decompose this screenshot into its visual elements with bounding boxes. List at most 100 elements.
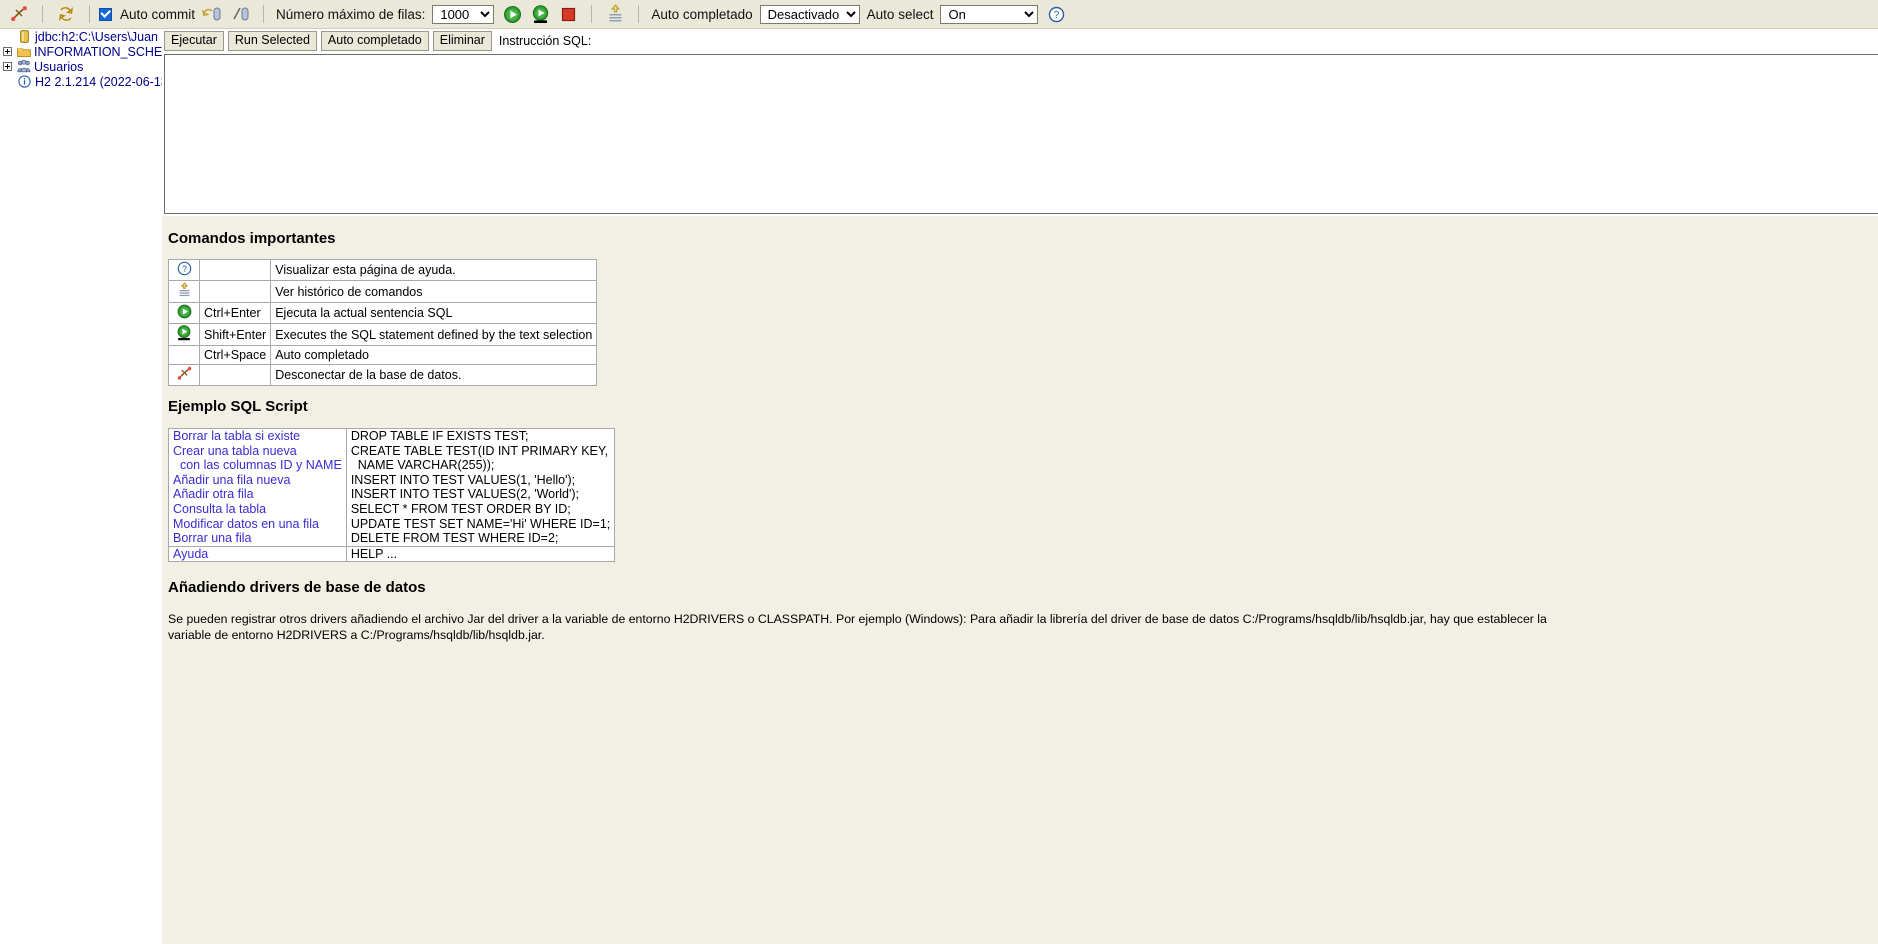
history-icon[interactable] xyxy=(604,3,626,25)
sql-code-line: DROP TABLE IF EXISTS TEST; xyxy=(350,429,529,443)
tree-item-information-schema[interactable]: INFORMATION_SCHEMA xyxy=(0,44,162,59)
tree-item-usuarios[interactable]: Usuarios xyxy=(0,59,162,74)
auto-select-label: Auto select xyxy=(866,6,934,22)
auto-commit-label: Auto commit xyxy=(120,6,196,22)
sql-command-bar: Ejecutar Run Selected Auto completado El… xyxy=(162,29,1878,53)
sql-code-line: CREATE TABLE TEST(ID INT PRIMARY KEY, xyxy=(350,443,609,458)
shortcut-key xyxy=(198,280,272,303)
tree-item-connection[interactable]: jdbc:h2:C:\Users\Juan Quintero\i xyxy=(0,29,162,44)
table-row: Ver histórico de comandos xyxy=(168,280,598,303)
empty-icon-cell xyxy=(168,345,200,365)
auto-select-select[interactable]: On xyxy=(940,4,1039,24)
toolbar-divider-1 xyxy=(42,5,43,23)
run-selected-icon[interactable] xyxy=(529,3,551,25)
max-rows-label: Número máximo de filas: xyxy=(276,6,426,22)
sql-comment-line: Añadir una fila nueva xyxy=(173,472,291,487)
table-row: Borrar la tabla si existe Crear una tabl… xyxy=(168,428,616,547)
command-description: Desconectar de la base de datos. xyxy=(270,364,598,386)
drivers-description: Se pueden registrar otros drivers añadie… xyxy=(168,612,1547,642)
run-icon[interactable] xyxy=(501,3,523,25)
help-document: Comandos importantes ? Visualizar esta p… xyxy=(162,216,1878,944)
auto-commit-toggle[interactable]: Auto commit xyxy=(99,0,198,28)
table-row: Ayuda HELP ... xyxy=(168,545,616,563)
history-icon xyxy=(168,280,200,303)
run-button[interactable]: Ejecutar xyxy=(164,31,224,51)
sql-code-line: INSERT INTO TEST VALUES(1, 'Hello'); xyxy=(350,472,576,487)
main-toolbar: Auto commit Número máximo de filas: 1000 xyxy=(0,0,1878,29)
toolbar-divider-3 xyxy=(263,5,265,23)
main-panel: Ejecutar Run Selected Auto completado El… xyxy=(162,29,1878,944)
sql-code-line: INSERT INTO TEST VALUES(2, 'World'); xyxy=(350,487,580,502)
tree-item-label: Usuarios xyxy=(34,59,84,74)
sql-comments-cell: Borrar la tabla si existe Crear una tabl… xyxy=(168,428,347,547)
sql-code-line: DELETE FROM TEST WHERE ID=2; xyxy=(350,531,559,546)
toolbar-divider-2 xyxy=(89,5,90,23)
tree-item-version[interactable]: H2 2.1.214 (2022-06-13) xyxy=(0,74,162,89)
sql-help-comment: Ayuda xyxy=(168,545,347,563)
sql-code-line: SELECT * FROM TEST ORDER BY ID; xyxy=(350,501,571,516)
run-selected-icon xyxy=(168,323,200,346)
table-row: Ctrl+Space Auto completado xyxy=(168,345,598,365)
svg-text:?: ? xyxy=(1054,10,1060,21)
table-row: Shift+Enter Executes the SQL statement d… xyxy=(168,323,598,346)
auto-complete-select[interactable]: Desactivado xyxy=(759,4,860,24)
tree-item-label: jdbc:h2:C:\Users\Juan Quintero\i xyxy=(35,29,162,44)
run-icon xyxy=(168,302,200,324)
sql-input[interactable] xyxy=(164,54,1878,214)
sql-example-table: Borrar la tabla si existe Crear una tabl… xyxy=(168,428,616,563)
max-rows-select[interactable]: 1000 xyxy=(432,4,495,24)
sql-example-section-title: Ejemplo SQL Script xyxy=(168,398,308,415)
shortcut-key: Ctrl+Enter xyxy=(198,302,272,324)
table-row: Desconectar de la base de datos. xyxy=(168,364,598,386)
refresh-icon[interactable] xyxy=(55,3,77,25)
expand-icon[interactable] xyxy=(3,47,12,56)
expand-icon[interactable] xyxy=(3,62,12,71)
sql-comment-line: Borrar una fila xyxy=(173,531,252,546)
help-icon[interactable]: ? xyxy=(1045,3,1067,25)
shortcut-key xyxy=(198,259,272,281)
database-tree[interactable]: jdbc:h2:C:\Users\Juan Quintero\i INFORMA… xyxy=(0,29,162,944)
sql-comment-line: Crear una tabla nueva xyxy=(173,443,297,458)
command-description: Ver histórico de comandos xyxy=(270,280,598,303)
toolbar-divider-5 xyxy=(638,5,640,23)
clear-button[interactable]: Eliminar xyxy=(432,31,492,51)
shortcut-key: Shift+Enter xyxy=(198,323,272,346)
rollback-icon[interactable] xyxy=(201,3,223,25)
sql-comment-line: Modificar datos en una fila xyxy=(173,516,319,531)
table-row: ? Visualizar esta página de ayuda. xyxy=(168,259,598,281)
auto-complete-label: Auto completado xyxy=(651,6,753,22)
disconnect-icon[interactable] xyxy=(8,3,30,25)
sql-comment-line: Borrar la tabla si existe xyxy=(173,429,301,443)
toolbar-divider-4 xyxy=(591,5,593,23)
sql-code-cell: DROP TABLE IF EXISTS TEST; CREATE TABLE … xyxy=(345,428,616,547)
folder-icon xyxy=(16,45,31,59)
disconnect-icon xyxy=(168,364,200,386)
stop-icon[interactable] xyxy=(557,3,579,25)
command-description: Executes the SQL statement defined by th… xyxy=(270,323,598,346)
tree-item-label: H2 2.1.214 (2022-06-13) xyxy=(35,74,162,89)
command-description: Ejecuta la actual sentencia SQL xyxy=(270,302,598,324)
help-icon: ? xyxy=(168,259,200,281)
tree-item-label: INFORMATION_SCHEMA xyxy=(34,44,162,59)
commit-icon[interactable] xyxy=(229,3,251,25)
auto-commit-checkbox[interactable] xyxy=(99,7,112,21)
sql-code-line: UPDATE TEST SET NAME='Hi' WHERE ID=1; xyxy=(350,516,611,531)
run-selected-button[interactable]: Run Selected xyxy=(227,31,317,51)
sql-comment-line: Añadir otra fila xyxy=(173,487,254,502)
commands-section-title: Comandos importantes xyxy=(168,230,336,247)
svg-text:?: ? xyxy=(181,264,186,274)
shortcut-key xyxy=(198,364,272,386)
sql-comment-line: con las columnas ID y NAME xyxy=(173,458,342,473)
command-description: Auto completado xyxy=(270,345,598,365)
database-icon xyxy=(17,30,32,44)
shortcut-key: Ctrl+Space xyxy=(198,345,272,365)
info-icon xyxy=(17,75,32,89)
users-icon xyxy=(16,60,31,74)
commands-table: ? Visualizar esta página de ayuda. Ver h… xyxy=(168,259,598,386)
sql-comment-line: Consulta la tabla xyxy=(173,501,267,516)
drivers-section-title: Añadiendo drivers de base de datos xyxy=(168,579,426,596)
sql-help-code: HELP ... xyxy=(345,545,616,563)
auto-complete-button[interactable]: Auto completado xyxy=(320,31,429,51)
sql-statement-label: Instrucción SQL: xyxy=(498,34,592,48)
command-description: Visualizar esta página de ayuda. xyxy=(270,259,598,281)
